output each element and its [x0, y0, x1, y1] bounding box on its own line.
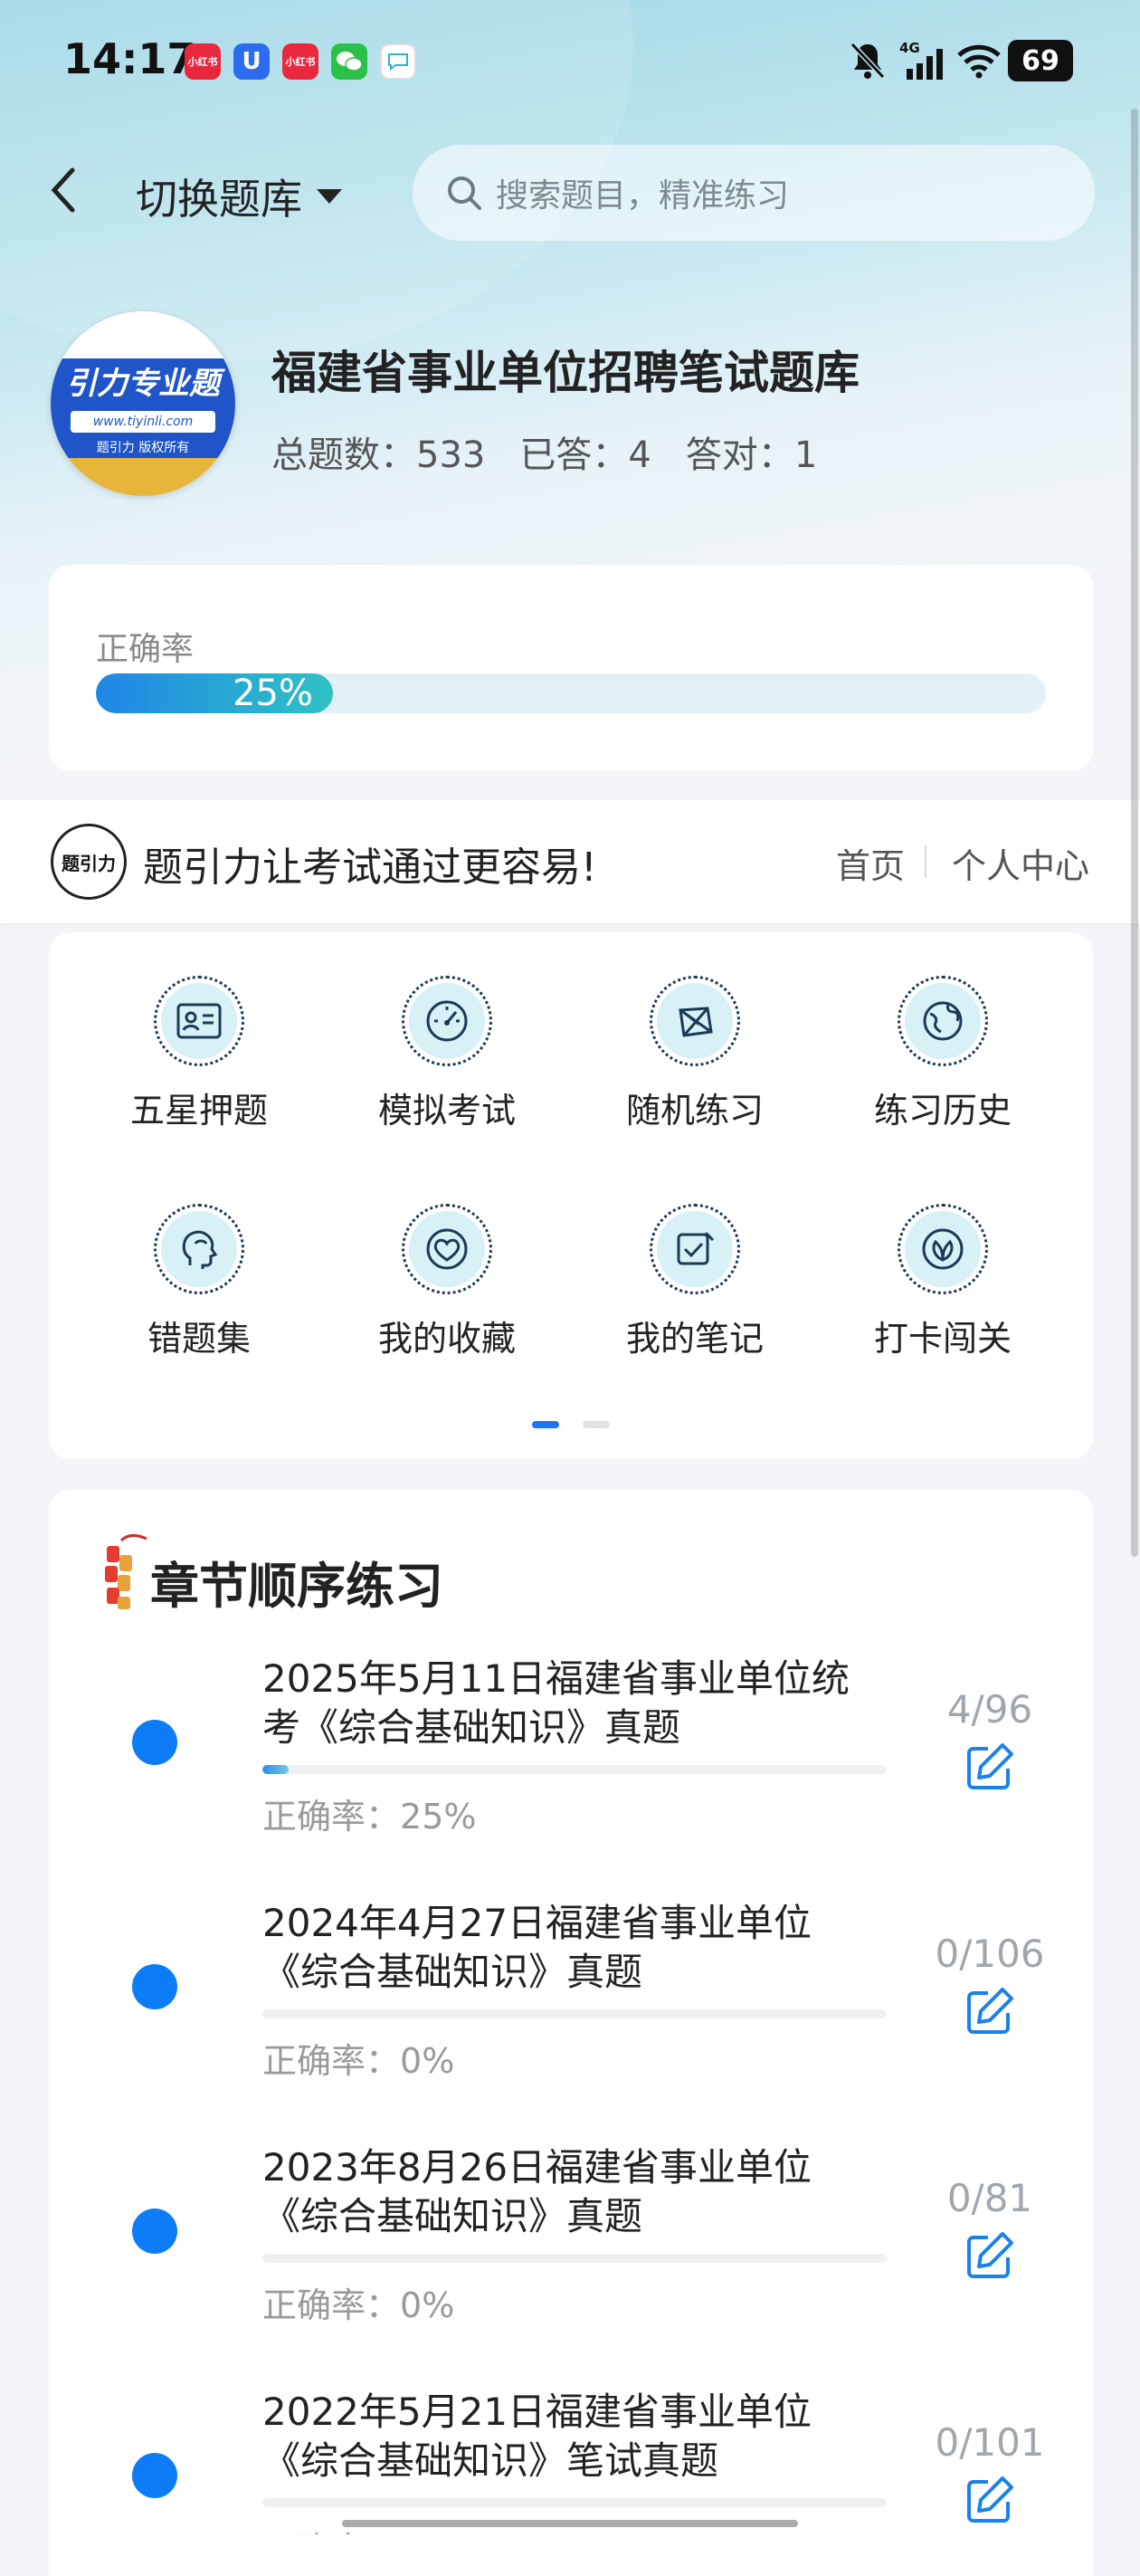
chapter-accuracy: 正确率：25% [262, 1797, 477, 1837]
status-time: 14:17 [63, 34, 196, 83]
id-card-icon [161, 983, 237, 1059]
stat-total: 总题数：533 [271, 434, 486, 476]
chapter-progress-count: 0/81 [946, 2176, 1033, 2220]
chapter-bullet [132, 1720, 177, 1765]
feature-label: 五星押题 [129, 1091, 268, 1131]
chapter-accuracy: 正确率：0% [262, 2285, 455, 2325]
chapter-bullet [132, 2209, 177, 2254]
wechat-icon [331, 43, 367, 80]
edit-icon[interactable] [963, 1984, 1017, 2038]
xiaohongshu-icon: 小红书 [185, 43, 221, 80]
feature-label: 我的笔记 [625, 1319, 764, 1359]
speedometer-icon [409, 983, 485, 1059]
feature-favorites[interactable]: 我的收藏 [356, 1204, 537, 1360]
chapter-title: 2022年5月21日福建省事业单位《综合基础知识》笔试真题 [262, 2390, 812, 2483]
chapter-progress-count: 0/101 [935, 2420, 1045, 2465]
question-bank-logo: 引力专业题 www.tiyinli.com 题引力 版权所有 [51, 311, 235, 496]
chapter-row[interactable]: 2023年8月26日福建省事业单位《综合基础知识》真题 正确率：0% 0/81 [0, 2136, 1140, 2380]
accuracy-progress-bar: 25% [96, 673, 1046, 713]
bank-stats: 总题数：533 已答：4 答对：1 [271, 425, 817, 478]
switch-bank-label: 切换题库 [136, 175, 302, 224]
brand-logo: 题引力 [51, 824, 127, 900]
firecracker-icon [94, 1528, 148, 1618]
chapter-title: 2025年5月11日福建省事业单位统考《综合基础知识》真题 [262, 1656, 850, 1750]
shuffle-network-icon [657, 983, 733, 1059]
feature-mock-exam[interactable]: 模拟考试 [356, 976, 537, 1132]
logo-url: www.tiyinli.com [71, 411, 215, 433]
home-link[interactable]: 首页 [836, 838, 905, 888]
slogan-text: 题引力让考试通过更容易! [143, 844, 597, 891]
mute-bell-icon [845, 38, 890, 83]
checkbox-edit-icon [657, 1211, 733, 1287]
scrollbar[interactable] [1131, 109, 1138, 1557]
chapter-progress-count: 0/106 [935, 1932, 1045, 1976]
accuracy-value: 25% [233, 673, 313, 713]
status-bar: 14:17 小红书 U 小红书 4G 69 [0, 0, 1140, 127]
chapter-progress-fill [262, 1765, 289, 1774]
edit-icon[interactable] [963, 2228, 1017, 2283]
feature-five-star[interactable]: 五星押题 [109, 976, 290, 1132]
feature-check-in[interactable]: 打卡闯关 [852, 1204, 1033, 1360]
stat-answered: 已答：4 [519, 434, 651, 476]
search-placeholder: 搜索题目，精准练习 [496, 177, 790, 215]
heart-icon [409, 1211, 485, 1287]
feature-practice-history[interactable]: 练习历史 [852, 976, 1033, 1132]
accuracy-card [49, 565, 1093, 771]
chat-bubble-icon [380, 43, 416, 80]
head-profile-icon [161, 1211, 237, 1287]
feature-label: 随机练习 [625, 1091, 764, 1131]
back-button[interactable] [45, 163, 100, 217]
feature-label: 我的收藏 [377, 1319, 516, 1359]
chapter-accuracy: 正确率：0% [262, 2041, 455, 2081]
logo-brand-text: 引力专业题 [66, 366, 220, 402]
feature-label: 打卡闯关 [873, 1319, 1012, 1359]
stat-correct: 答对：1 [685, 434, 818, 476]
page-indicator-active[interactable] [532, 1421, 559, 1428]
search-icon [448, 177, 481, 210]
feature-label: 练习历史 [873, 1091, 1012, 1131]
page-indicator[interactable] [583, 1421, 610, 1428]
app-u-icon: U [233, 43, 270, 80]
chapter-row[interactable]: 2024年4月27日福建省事业单位《综合基础知识》真题 正确率：0% 0/106 [0, 1892, 1140, 2136]
edit-icon[interactable] [963, 1740, 1017, 1794]
accuracy-label: 正确率 [96, 631, 195, 668]
link-divider [925, 845, 926, 878]
wifi-icon [954, 38, 1004, 83]
chapter-bullet [132, 2453, 177, 2498]
chapter-title: 2024年4月27日福建省事业单位《综合基础知识》真题 [262, 1901, 812, 1994]
chapter-progress-bar [262, 2009, 887, 2018]
logo-copyright: 题引力 版权所有 [96, 441, 190, 455]
svg-text:4G: 4G [899, 40, 920, 56]
chevron-left-icon [51, 167, 75, 213]
chapter-section-title: 章节顺序练习 [150, 1558, 443, 1615]
xiaohongshu-icon-2: 小红书 [282, 43, 318, 80]
chapter-progress-bar [262, 2254, 887, 2263]
globe-icon [905, 983, 981, 1059]
chapter-progress-bar [262, 2498, 887, 2507]
feature-label: 错题集 [147, 1319, 251, 1359]
feature-notes[interactable]: 我的笔记 [604, 1204, 785, 1360]
profile-link[interactable]: 个人中心 [952, 838, 1089, 888]
chapter-progress-count: 4/96 [946, 1687, 1033, 1732]
chapter-row[interactable]: 2025年5月11日福建省事业单位统考《综合基础知识》真题 正确率：25% 4/… [0, 1647, 1140, 1892]
search-input[interactable]: 搜索题目，精准练习 [413, 145, 1095, 241]
signal-icon: 4G [896, 38, 950, 83]
edit-icon[interactable] [963, 2473, 1017, 2527]
caret-down-icon [317, 189, 342, 204]
home-indicator[interactable] [342, 2520, 798, 2527]
chapter-bullet [132, 1964, 177, 2009]
leaf-badge-icon [905, 1211, 981, 1287]
chapter-title: 2023年8月26日福建省事业单位《综合基础知识》真题 [262, 2145, 812, 2238]
feature-random-practice[interactable]: 随机练习 [604, 976, 785, 1132]
battery-indicator: 69 [1008, 40, 1073, 81]
chapter-progress-bar [262, 1765, 887, 1774]
brand-logo-text: 题引力 [62, 852, 116, 874]
feature-label: 模拟考试 [377, 1091, 516, 1131]
chapter-row[interactable]: 2022年5月21日福建省事业单位《综合基础知识》笔试真题 正确率：0% 0/1… [0, 2380, 1140, 2534]
switch-bank-dropdown[interactable]: 切换题库 [136, 167, 344, 226]
bank-title: 福建省事业单位招聘笔试题库 [271, 347, 860, 399]
feature-wrong-questions[interactable]: 错题集 [109, 1204, 290, 1360]
